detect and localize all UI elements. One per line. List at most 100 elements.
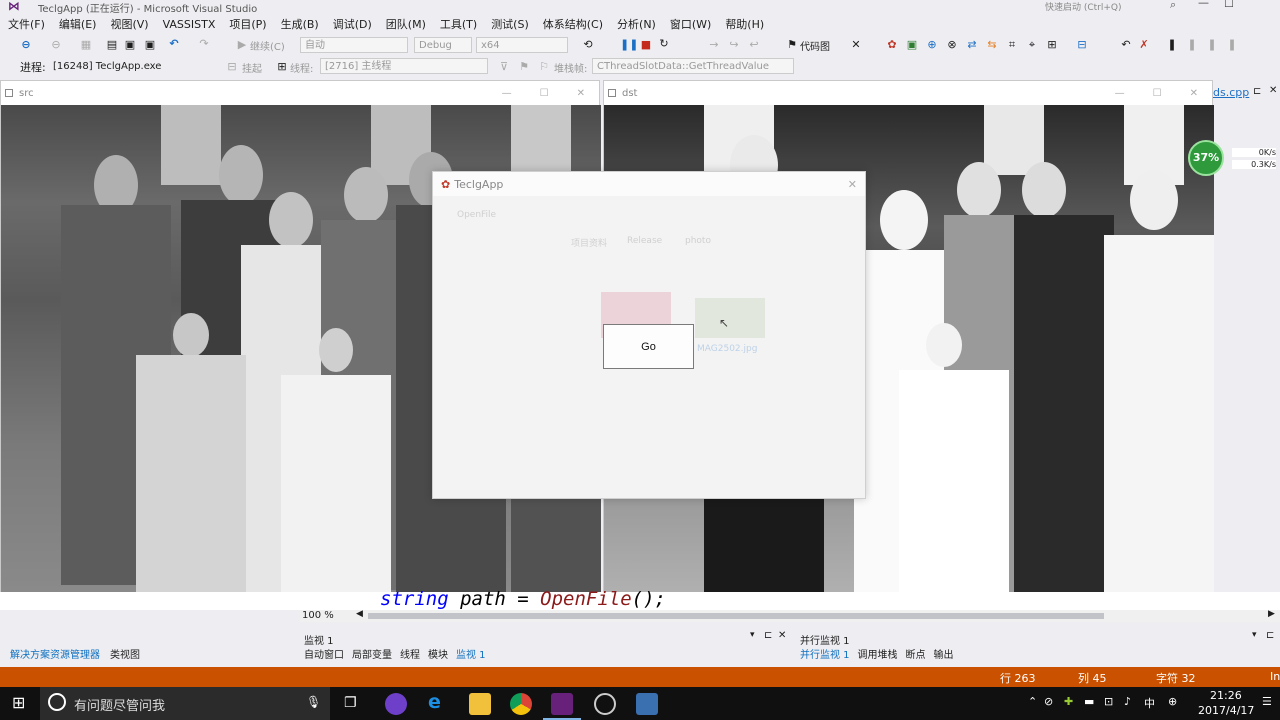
tray-icon-1[interactable]: ⊘ bbox=[1044, 695, 1053, 708]
misc-icon-4[interactable]: ⊗ bbox=[946, 39, 958, 51]
config-auto-select[interactable]: 自动 bbox=[300, 37, 408, 53]
dst-window-titlebar[interactable]: dst — ☐ ✕ bbox=[604, 81, 1212, 105]
process-select[interactable]: [16248] TeclgApp.exe bbox=[48, 58, 216, 74]
configuration-select[interactable]: Debug bbox=[414, 37, 472, 53]
go-button[interactable]: Go bbox=[603, 324, 694, 369]
forward-icon[interactable]: ⊖ bbox=[50, 39, 62, 51]
close-button[interactable]: ✕ bbox=[1190, 88, 1198, 99]
tray-icon-4[interactable]: ⊕ bbox=[1168, 695, 1177, 708]
step-out-icon[interactable]: ↩ bbox=[748, 39, 760, 51]
menu-view[interactable]: 视图(V) bbox=[110, 16, 148, 32]
chrome-icon[interactable] bbox=[510, 693, 532, 715]
menu-help[interactable]: 帮助(H) bbox=[725, 16, 764, 32]
class-view-tab[interactable]: 类视图 bbox=[110, 646, 140, 661]
step-into-icon[interactable]: → bbox=[708, 39, 720, 51]
close-icon[interactable]: ✕ bbox=[778, 630, 786, 641]
dropdown-icon[interactable]: ▾ bbox=[750, 630, 755, 640]
teclgapp-icon[interactable] bbox=[636, 693, 658, 715]
search-icon[interactable]: ⌕ bbox=[1170, 0, 1176, 12]
tray-expand-icon[interactable]: ⌃ bbox=[1028, 695, 1037, 708]
save-icon[interactable]: ▣ bbox=[124, 39, 136, 51]
tab-autos[interactable]: 自动窗口 bbox=[304, 646, 344, 661]
visual-studio-icon[interactable] bbox=[551, 693, 573, 715]
tab-watch1[interactable]: 监视 1 bbox=[456, 646, 486, 661]
github-icon[interactable] bbox=[385, 693, 407, 715]
thread-select[interactable]: [2716] 主线程 bbox=[320, 58, 488, 74]
close-button[interactable]: ✕ bbox=[848, 178, 857, 191]
network-icon[interactable]: ⊡ bbox=[1104, 695, 1113, 708]
misc-icon-7[interactable]: ⌗ bbox=[1006, 39, 1018, 51]
bookmark-next-icon[interactable]: ❚ bbox=[1206, 39, 1218, 51]
bookmark-clear-icon[interactable]: ❚ bbox=[1226, 39, 1238, 51]
ime-icon[interactable]: 中 bbox=[1144, 695, 1155, 711]
platform-select[interactable]: x64 bbox=[476, 37, 568, 53]
scroll-right-icon[interactable]: ▶ bbox=[1268, 609, 1275, 619]
tab-modules[interactable]: 模块 bbox=[428, 646, 448, 661]
tab-threads[interactable]: 线程 bbox=[400, 646, 420, 661]
solution-explorer-tab[interactable]: 解决方案资源管理器 bbox=[10, 646, 100, 661]
menu-vassistx[interactable]: VASSISTX bbox=[163, 18, 216, 31]
flag-icon[interactable]: ⚑ bbox=[518, 61, 530, 73]
pin-icon[interactable]: ⊏ bbox=[1266, 630, 1274, 641]
pin-icon[interactable]: ⊏ bbox=[1253, 86, 1261, 97]
pause-icon[interactable]: ❚❚ bbox=[620, 39, 638, 51]
menu-architecture[interactable]: 体系结构(C) bbox=[543, 16, 603, 32]
menu-team[interactable]: 团队(M) bbox=[386, 16, 426, 32]
tab-call-stack[interactable]: 调用堆栈 bbox=[858, 646, 898, 661]
minimize-button[interactable]: — bbox=[1115, 88, 1125, 99]
continue-button[interactable]: 继续(C) bbox=[250, 38, 285, 53]
redo-icon[interactable]: ↷ bbox=[198, 38, 210, 50]
code-editor[interactable]: string path = OpenFile(); bbox=[0, 588, 1280, 610]
new-project-icon[interactable]: ▦ bbox=[80, 39, 92, 51]
menu-edit[interactable]: 编辑(E) bbox=[59, 16, 97, 32]
open-icon[interactable]: ▤ bbox=[106, 39, 118, 51]
undo-icon[interactable]: ↶ bbox=[168, 38, 180, 50]
clock-date[interactable]: 2017/4/17 bbox=[1198, 704, 1254, 717]
scroll-left-icon[interactable]: ◀ bbox=[356, 609, 363, 619]
tab-breakpoints[interactable]: 断点 bbox=[906, 646, 926, 661]
menu-project[interactable]: 项目(P) bbox=[229, 16, 266, 32]
misc-icon-6[interactable]: ⇆ bbox=[986, 39, 998, 51]
menu-debug[interactable]: 调试(D) bbox=[333, 16, 372, 32]
stack-frame-select[interactable]: CThreadSlotData::GetThreadValue bbox=[592, 58, 794, 74]
clock-time[interactable]: 21:26 bbox=[1210, 689, 1242, 702]
dialog-titlebar[interactable]: ✿ TeclgApp ✕ bbox=[433, 172, 865, 196]
filter-icon[interactable]: ⊽ bbox=[498, 61, 510, 73]
flag-toggle-icon[interactable]: ⚐ bbox=[538, 61, 550, 73]
back-icon[interactable]: ⊖ bbox=[20, 39, 32, 51]
menu-analyze[interactable]: 分析(N) bbox=[617, 16, 656, 32]
menu-build[interactable]: 生成(B) bbox=[281, 16, 319, 32]
menu-test[interactable]: 测试(S) bbox=[491, 16, 529, 32]
misc-icon-12[interactable]: ✗ bbox=[1138, 39, 1150, 51]
code-line[interactable]: string path = OpenFile(); bbox=[380, 588, 666, 610]
tab-parallel-watch1[interactable]: 并行监视 1 bbox=[800, 646, 850, 661]
edge-icon[interactable]: e bbox=[428, 691, 441, 713]
suspend-button[interactable]: 挂起 bbox=[242, 60, 262, 75]
misc-icon-3[interactable]: ⊕ bbox=[926, 39, 938, 51]
notification-icon[interactable]: ☰ bbox=[1262, 695, 1272, 708]
tray-icon-3[interactable]: ▬ bbox=[1084, 695, 1094, 708]
close-icon[interactable]: ✕ bbox=[1269, 85, 1277, 96]
menu-tools[interactable]: 工具(T) bbox=[440, 16, 477, 32]
tab-output[interactable]: 输出 bbox=[934, 646, 954, 661]
code-map-icon[interactable]: ⚑ bbox=[786, 39, 798, 51]
maximize-button[interactable]: ☐ bbox=[540, 88, 549, 99]
code-map-button[interactable]: 代码图 bbox=[800, 38, 830, 53]
task-view-icon[interactable]: ❐ bbox=[344, 695, 357, 711]
maximize-button[interactable]: ☐ bbox=[1224, 0, 1234, 10]
bookmark-icon[interactable]: ❚ bbox=[1166, 39, 1178, 51]
play-icon[interactable]: ▶ bbox=[236, 39, 248, 51]
editor-hscroll[interactable]: 100 % ◀ ▶ bbox=[300, 609, 1280, 622]
misc-icon-5[interactable]: ⇄ bbox=[966, 39, 978, 51]
misc-icon-8[interactable]: ⌖ bbox=[1026, 39, 1038, 51]
tab-locals[interactable]: 局部变量 bbox=[352, 646, 392, 661]
close-button[interactable]: ✕ bbox=[577, 88, 585, 99]
stop-icon[interactable]: ■ bbox=[640, 39, 652, 51]
misc-icon-1[interactable]: ✿ bbox=[886, 39, 898, 51]
menu-window[interactable]: 窗口(W) bbox=[670, 16, 711, 32]
misc-icon-11[interactable]: ↶ bbox=[1120, 39, 1132, 51]
editor-tab-ds-cpp[interactable]: ds.cpp ⊏ ✕ bbox=[1213, 85, 1280, 102]
suspend-icon[interactable]: ⊟ bbox=[226, 61, 238, 73]
minimize-button[interactable]: — bbox=[502, 88, 512, 99]
tools-icon[interactable]: ✕ bbox=[850, 39, 862, 51]
